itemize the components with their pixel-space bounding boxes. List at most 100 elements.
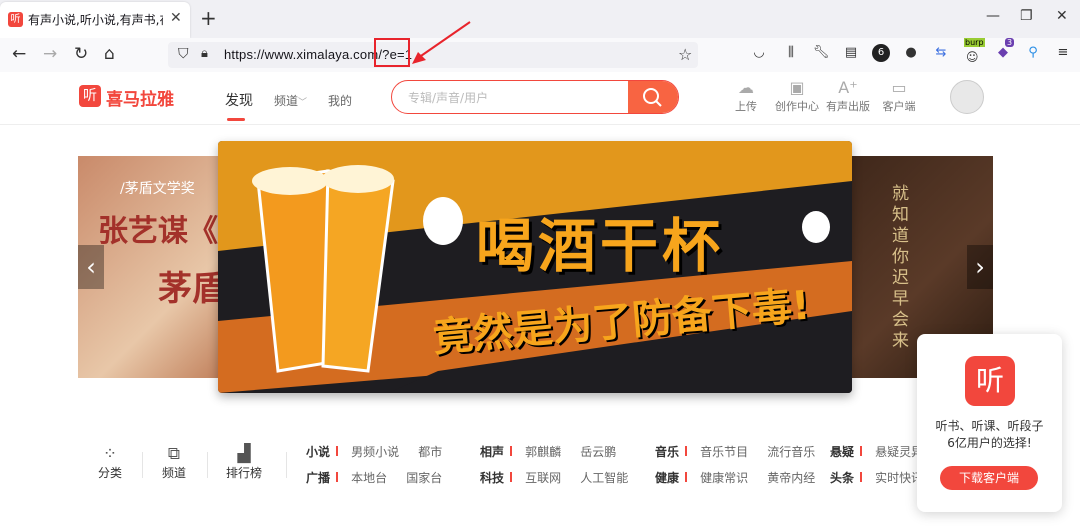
keyword-category[interactable]: 科技 <box>480 471 504 485</box>
favicon-icon: 听 <box>8 12 23 27</box>
browser-tab[interactable]: 听 有声小说,听小说,有声书,在线听 ✕ <box>0 2 190 38</box>
popup-line: 6亿用户的选择! <box>947 436 1032 450</box>
keyword-group: 小说 男频小说 都市 <box>306 441 442 460</box>
category-channel[interactable]: ⧉ 频道 <box>149 444 199 481</box>
home-icon[interactable]: ⌂ <box>104 44 115 64</box>
keyword-group: 广播 本地台 国家台 <box>306 467 442 486</box>
carousel-prev-button[interactable]: ‹ <box>78 245 104 289</box>
search-icon <box>643 88 662 107</box>
keyword-link[interactable]: 郭麒麟 <box>525 445 561 459</box>
category-classify[interactable]: ⁘ 分类 <box>85 444 135 481</box>
keyword-category[interactable]: 音乐 <box>655 445 679 459</box>
bar-chart-icon: ▟ <box>237 444 251 464</box>
forward-icon[interactable]: → <box>43 44 57 64</box>
url-annotation-box <box>374 38 410 67</box>
logo-text[interactable]: 喜马拉雅 <box>106 85 174 110</box>
category-label: 排行榜 <box>225 466 262 480</box>
cookie-icon[interactable]: ● <box>902 44 920 62</box>
sync-extension-icon[interactable]: ⇆ <box>932 44 950 62</box>
keyword-category[interactable]: 相声 <box>480 445 504 459</box>
search-button[interactable] <box>628 81 678 113</box>
window-close-icon[interactable]: ✕ <box>1056 8 1068 24</box>
keyword-group: 相声 郭麒麟 岳云鹏 <box>480 441 616 460</box>
font-plus-icon: A⁺ <box>838 78 858 97</box>
app-logo-icon: 听 <box>965 356 1015 406</box>
category-ranking[interactable]: ▟ 排行榜 <box>219 444 269 481</box>
annotation-arrow-icon <box>412 21 471 64</box>
extension-badge-icon[interactable]: 6 <box>872 44 890 62</box>
nav-discover[interactable]: 发现 <box>225 90 253 110</box>
divider <box>207 452 208 478</box>
bookmark-star-icon[interactable]: ☆ <box>678 45 692 64</box>
tool-creator-center[interactable]: ▣ 创作中心 <box>772 78 822 114</box>
burp-label: burp <box>964 38 985 47</box>
browser-tab-bar: 听 有声小说,听小说,有声书,在线听 ✕ + — ❐ ✕ <box>0 0 1080 38</box>
search-box[interactable]: 专辑/声音/用户 <box>391 80 679 114</box>
avatar[interactable] <box>950 80 984 114</box>
search-input[interactable]: 专辑/声音/用户 <box>408 89 488 106</box>
grid-icon: ⁘ <box>102 444 118 464</box>
tool-client-label: 客户端 <box>882 100 916 113</box>
keyword-group: 健康 健康常识 黄帝内经 <box>655 467 815 486</box>
slide-text: 茅盾 <box>158 269 226 309</box>
keyword-link[interactable]: 音乐节目 <box>700 445 748 459</box>
nav-mine[interactable]: 我的 <box>328 92 352 109</box>
tool-client[interactable]: ▭ 客户端 <box>874 78 924 114</box>
pocket-icon[interactable]: ◡ <box>750 44 768 62</box>
download-client-button[interactable]: 下载客户端 <box>940 466 1038 490</box>
keyword-link[interactable]: 互联网 <box>525 471 561 485</box>
keyword-link[interactable]: 都市 <box>418 445 442 459</box>
keyword-group: 悬疑 悬疑灵异 <box>830 441 923 460</box>
keyword-link[interactable]: 健康常识 <box>700 471 748 485</box>
divider <box>142 452 143 478</box>
keyword-link[interactable]: 人工智能 <box>580 471 628 485</box>
keyword-link[interactable]: 国家台 <box>406 471 442 485</box>
download-app-popup: 听 听书、听课、听段子 6亿用户的选择! 下载客户端 <box>917 334 1062 512</box>
sidebar-icon[interactable]: ▤ <box>842 44 860 62</box>
tool-audio-publish[interactable]: A⁺ 有声出版 <box>823 78 873 114</box>
wrench-icon[interactable]: 🔧︎ <box>812 44 830 62</box>
reload-icon[interactable]: ↻ <box>74 44 88 64</box>
keyword-category[interactable]: 健康 <box>655 471 679 485</box>
restore-icon[interactable]: ❐ <box>1020 8 1033 24</box>
keyword-category[interactable]: 头条 <box>830 471 854 485</box>
keyword-link[interactable]: 本地台 <box>351 471 387 485</box>
gem-extension-icon[interactable]: ◆ 3 <box>994 38 1015 62</box>
keyword-separator <box>860 446 863 456</box>
carousel-main-banner[interactable]: 喝酒干杯 竟然是为了防备下毒! <box>218 141 852 393</box>
popup-line: 听书、听课、听段子 <box>935 419 1044 433</box>
keyword-link[interactable]: 悬疑灵异 <box>875 445 923 459</box>
keyword-link[interactable]: 男频小说 <box>351 445 399 459</box>
lock-icon[interactable]: 🔒︎ <box>201 46 208 61</box>
keyword-category[interactable]: 广播 <box>306 471 330 485</box>
monitor-icon: ▭ <box>891 78 907 97</box>
library-icon[interactable]: ⫼ <box>782 44 800 62</box>
keyword-link[interactable]: 实时快讯 <box>875 471 923 485</box>
keyword-link[interactable]: 黄帝内经 <box>767 471 815 485</box>
keyword-separator <box>510 472 513 482</box>
minimize-icon[interactable]: — <box>986 8 1000 24</box>
location-pin-icon[interactable]: ⚲ <box>1024 44 1042 62</box>
keyword-separator <box>336 446 339 456</box>
new-tab-icon[interactable]: + <box>200 6 217 30</box>
menu-icon[interactable]: ≡ <box>1054 44 1072 62</box>
logo-icon[interactable]: 听 <box>79 85 101 107</box>
burp-extension-icon[interactable]: burp ☺ <box>962 38 985 64</box>
shield-icon[interactable]: ⛉ <box>178 46 189 62</box>
keyword-category[interactable]: 小说 <box>306 445 330 459</box>
keyword-link[interactable]: 流行音乐 <box>767 445 815 459</box>
divider <box>286 452 287 478</box>
beer-glass-icon <box>252 165 395 373</box>
back-icon[interactable]: ← <box>12 44 26 64</box>
browser-nav-bar: ← → ↻ ⌂ ⛉ 🔒︎ https://www.ximalaya.com/?e… <box>0 21 1080 73</box>
keyword-link[interactable]: 岳云鹏 <box>580 445 616 459</box>
extension-badge-count: 3 <box>1005 38 1015 47</box>
tool-upload-label: 上传 <box>735 100 757 113</box>
carousel-next-button[interactable]: › <box>967 245 993 289</box>
keyword-category[interactable]: 悬疑 <box>830 445 854 459</box>
tool-upload[interactable]: ☁ 上传 <box>721 78 771 114</box>
keyword-separator <box>685 472 688 482</box>
close-tab-icon[interactable]: ✕ <box>170 10 182 26</box>
keyword-group: 头条 实时快讯 <box>830 467 923 486</box>
nav-channel[interactable]: 频道﹀ <box>274 92 307 109</box>
